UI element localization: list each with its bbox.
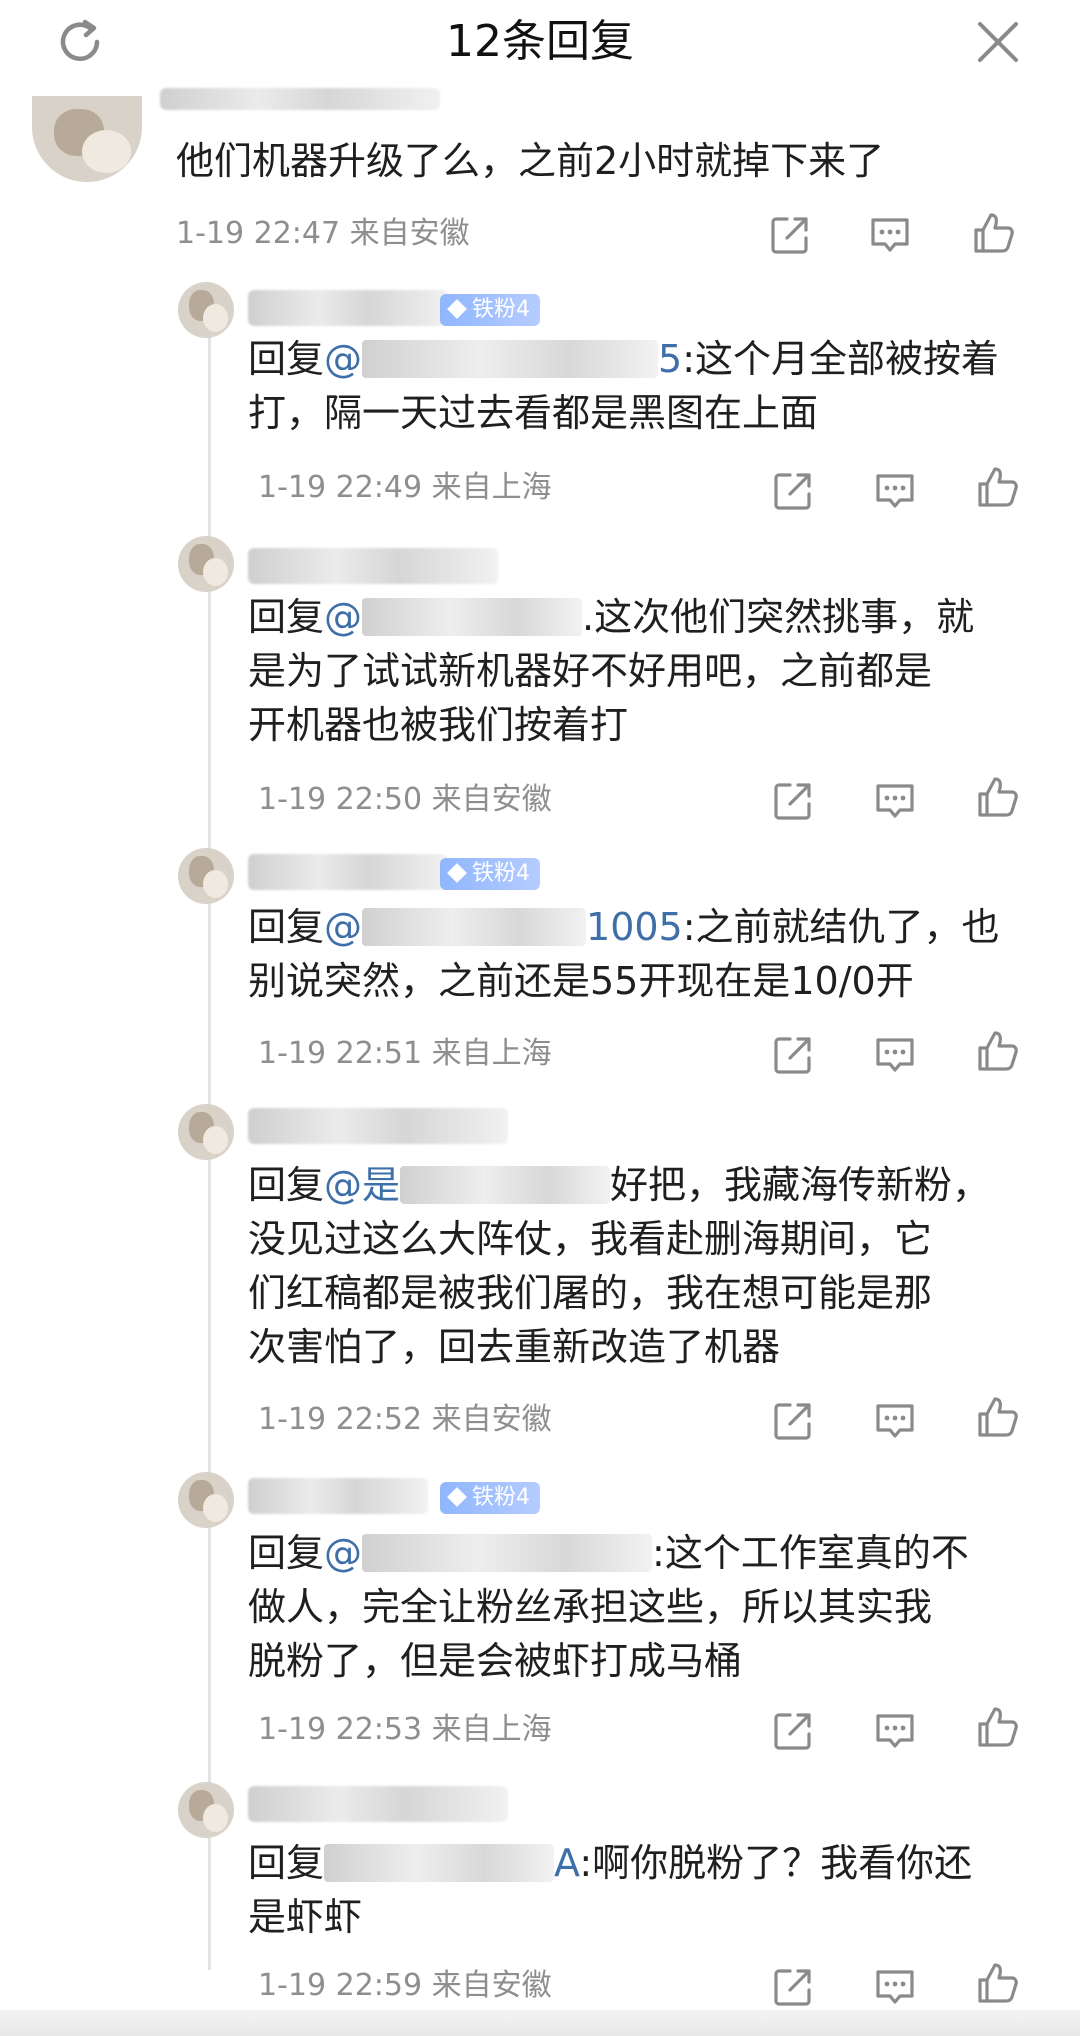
comment-meta: 1-19 22:52 来自安徽 [258, 1402, 552, 1437]
username-redacted[interactable] [248, 548, 498, 584]
mention-redacted [400, 1166, 611, 1204]
mention-redacted [362, 340, 659, 378]
avatar[interactable] [32, 96, 142, 182]
comment-body: 回复@ 1005:之前就结仇了，也 别说突然，之前还是55开现在是10/0开 [248, 905, 1000, 1003]
like-icon[interactable] [972, 1026, 1022, 1076]
diamond-icon [447, 863, 467, 883]
comment-meta: 1-19 22:47 来自安徽 [176, 214, 470, 254]
location: 来自安徽 [349, 216, 470, 251]
share-icon[interactable] [765, 210, 815, 260]
mention-redacted [362, 598, 583, 636]
avatar[interactable] [178, 282, 234, 338]
comment-icon[interactable] [870, 776, 920, 826]
diamond-icon [447, 1487, 467, 1507]
comment-body: 回复@ 5:这个月全部被按着 打，隔一天过去看都是黑图在上面 [248, 337, 1000, 435]
bottom-edge [0, 2010, 1080, 2036]
comment-meta: 1-19 22:51 来自上海 [258, 1036, 552, 1071]
comment-body: 回复@是 好把，我藏海传新粉， 没见过这么大阵仗，我看赴删海期间，它 们红稿都是被… [248, 1163, 991, 1369]
diamond-icon [447, 299, 467, 319]
like-icon[interactable] [972, 1958, 1022, 2008]
like-icon[interactable] [972, 1702, 1022, 1752]
mention-link[interactable]: @ [324, 1531, 653, 1575]
username-redacted[interactable] [248, 290, 448, 326]
page-title: 12条回复 [446, 16, 634, 67]
username-redacted[interactable] [160, 88, 440, 110]
mention-link[interactable]: @ [324, 595, 583, 639]
comment-body: 回复@ .这次他们突然挑事，就 是为了试试新机器好不好用吧，之前都是 开机器也被我… [248, 595, 975, 747]
mention-link[interactable]: @5 [324, 337, 682, 381]
like-icon[interactable] [968, 208, 1018, 258]
like-icon[interactable] [972, 1392, 1022, 1442]
avatar[interactable] [178, 1782, 234, 1838]
comment-icon[interactable] [865, 210, 915, 260]
comment-body: 回复@:这个工作室真的不 做人，完全让粉丝承担这些，所以其实我 脱粉了，但是会被… [248, 1531, 969, 1683]
comment-meta: 1-19 22:50 来自安徽 [258, 782, 552, 817]
avatar[interactable] [178, 536, 234, 592]
comment-icon[interactable] [870, 1962, 920, 2012]
username-redacted[interactable] [248, 1478, 428, 1514]
comment-icon[interactable] [870, 466, 920, 516]
mention-redacted [362, 1534, 653, 1572]
comment-icon[interactable] [870, 1396, 920, 1446]
timestamp: 1-19 22:47 [176, 216, 341, 251]
share-icon[interactable] [768, 1030, 818, 1080]
mention-link[interactable]: A [324, 1841, 579, 1885]
like-icon[interactable] [972, 462, 1022, 512]
comment-icon[interactable] [870, 1706, 920, 1756]
close-icon[interactable] [968, 12, 1028, 72]
comment-body: 他们机器升级了么，之前2小时就掉下来了 [176, 139, 885, 183]
comment-icon[interactable] [870, 1030, 920, 1080]
username-redacted[interactable] [248, 1786, 508, 1822]
mention-redacted [362, 908, 587, 946]
avatar[interactable] [178, 1104, 234, 1160]
username-redacted[interactable] [248, 1108, 508, 1144]
fan-badge: 铁粉4 [440, 858, 540, 890]
like-icon[interactable] [972, 772, 1022, 822]
avatar[interactable] [178, 848, 234, 904]
share-icon[interactable] [768, 776, 818, 826]
avatar[interactable] [178, 1472, 234, 1528]
comment-body: 回复 A:啊你脱粉了？我看你还 是虾虾 [248, 1841, 973, 1939]
share-icon[interactable] [768, 466, 818, 516]
mention-redacted [324, 1844, 555, 1882]
mention-link[interactable]: @是 [324, 1163, 611, 1207]
comment-meta: 1-19 22:49 来自上海 [258, 470, 552, 505]
share-icon[interactable] [768, 1706, 818, 1756]
mention-link[interactable]: @1005 [324, 905, 683, 949]
comment-meta: 1-19 22:59 来自安徽 [258, 1968, 552, 2003]
comment-meta: 1-19 22:53 来自上海 [258, 1712, 552, 1747]
fan-badge: 铁粉4 [440, 294, 540, 326]
username-redacted[interactable] [248, 854, 448, 890]
share-icon[interactable] [768, 1962, 818, 2012]
header-bar: 12条回复 [0, 0, 1080, 84]
fan-badge: 铁粉4 [440, 1482, 540, 1514]
share-icon[interactable] [768, 1396, 818, 1446]
